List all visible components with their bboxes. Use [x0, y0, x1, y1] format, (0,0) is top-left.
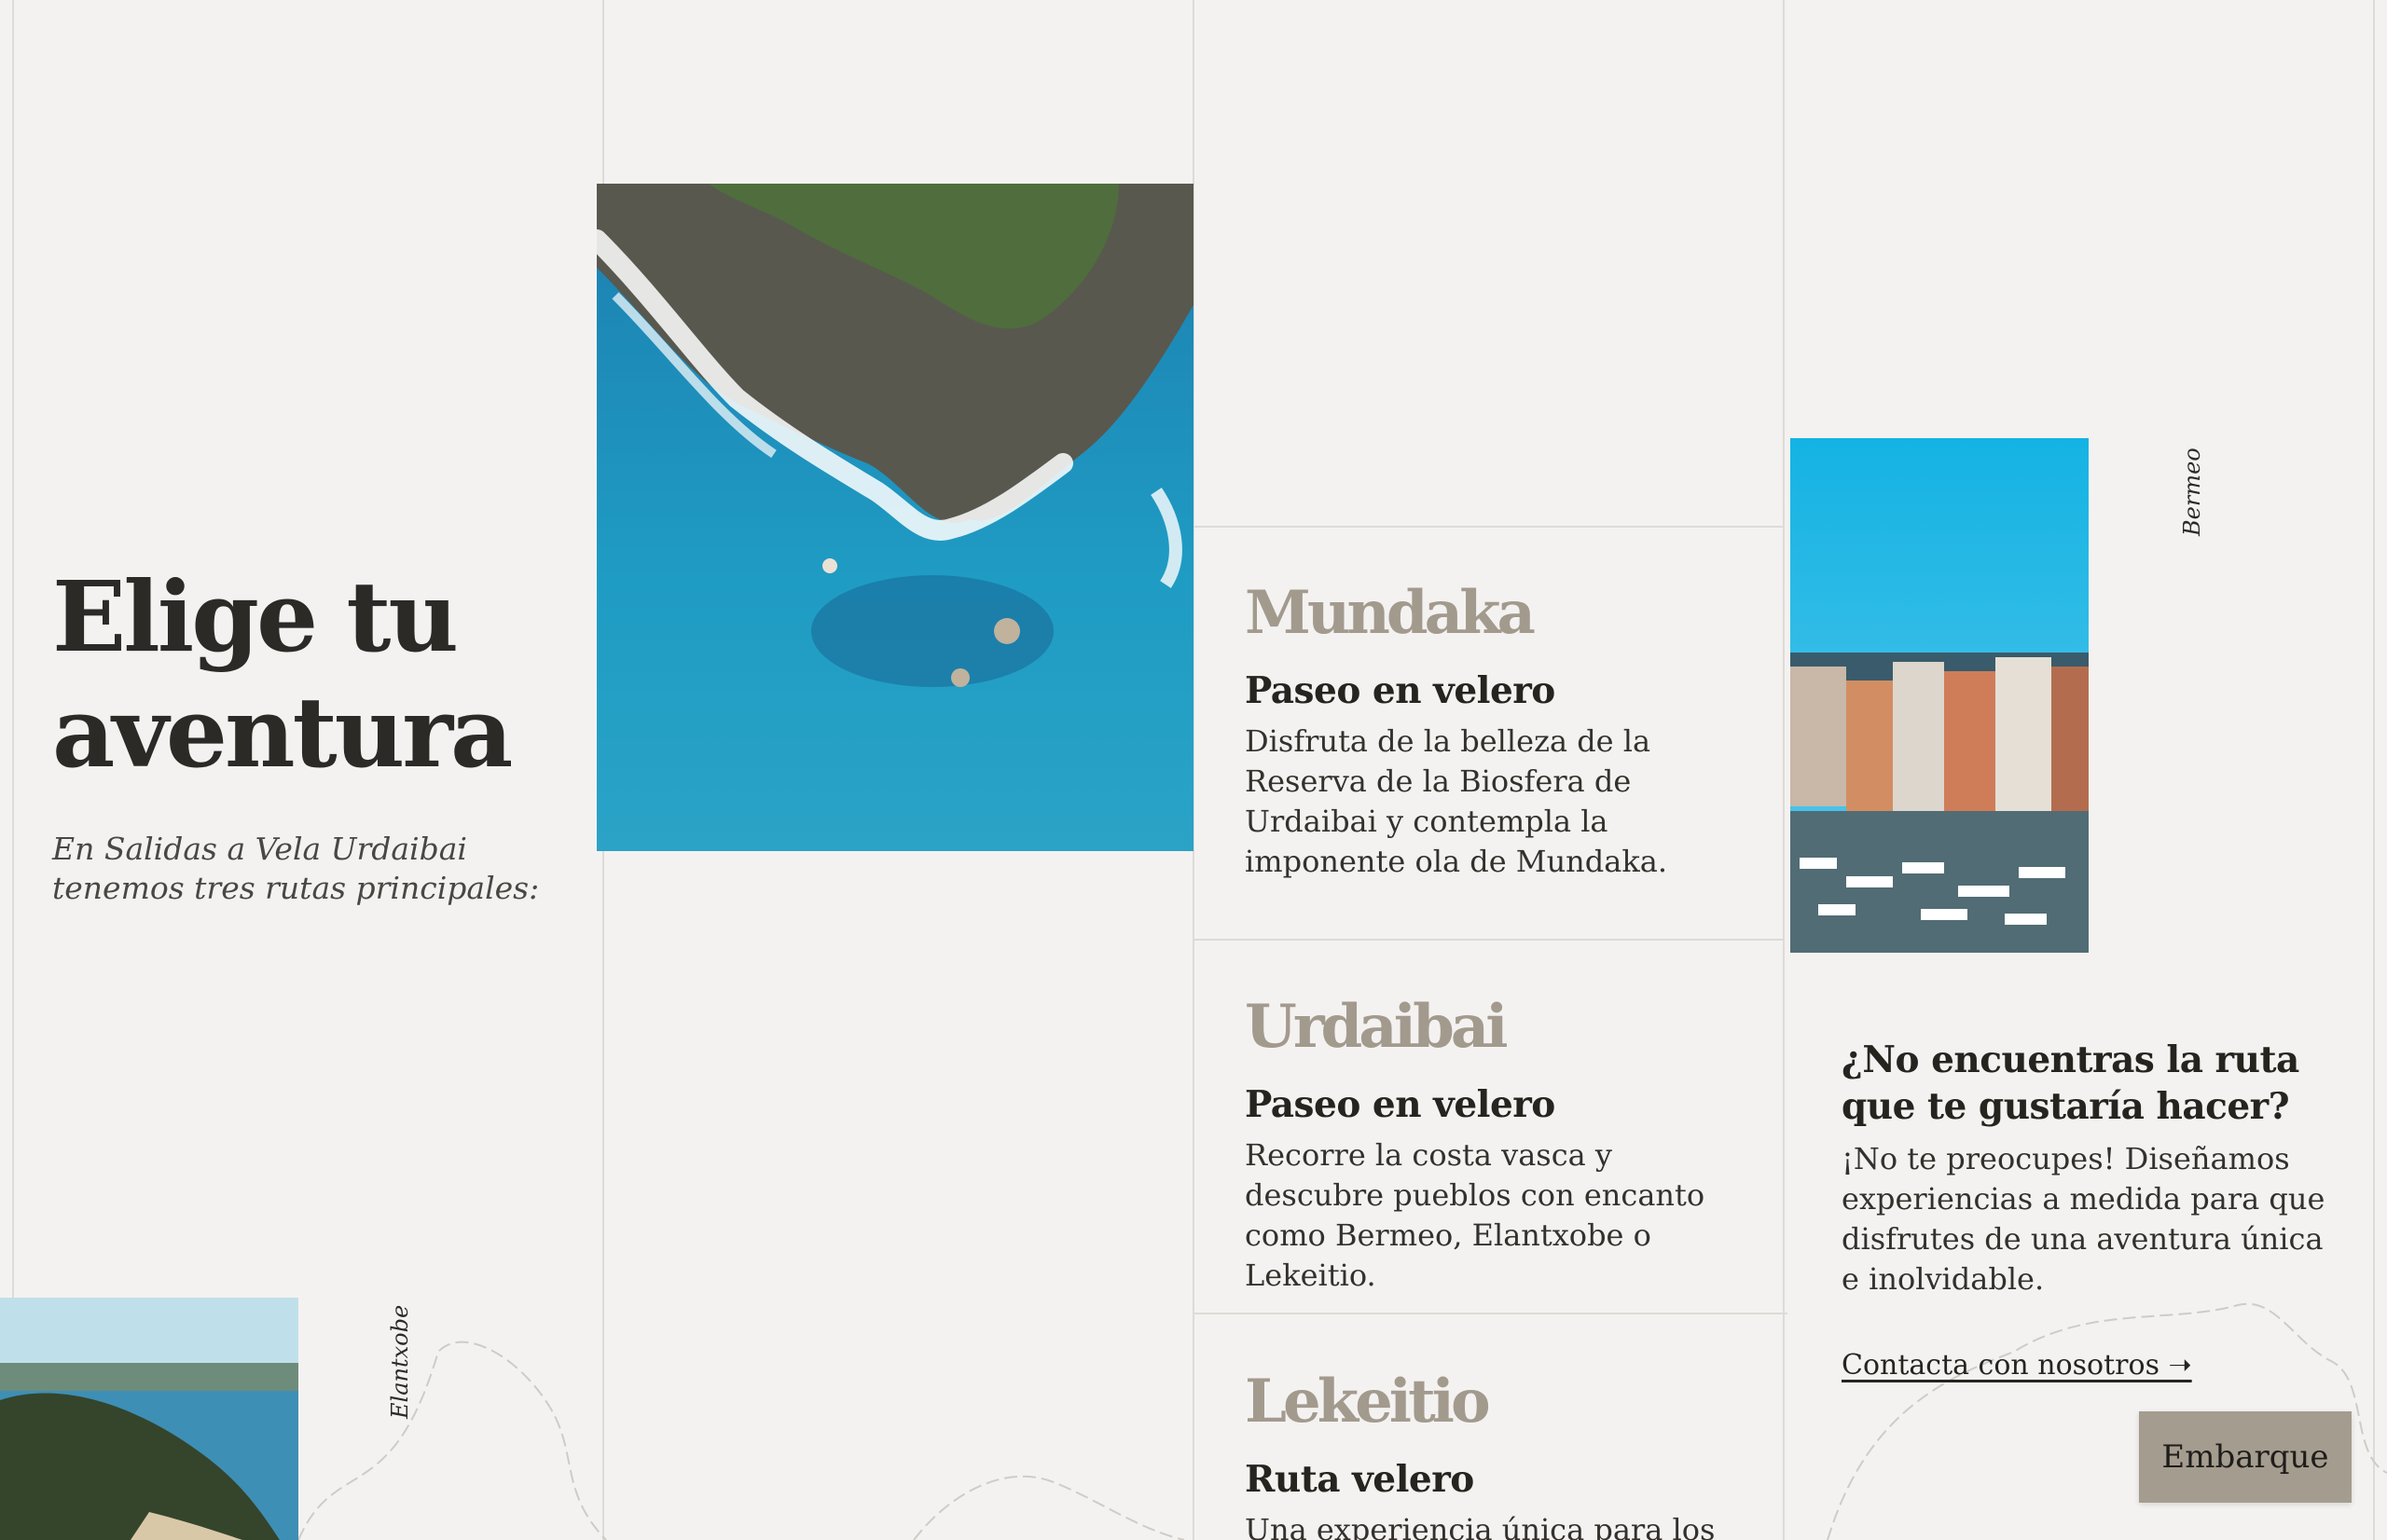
route-type: Paseo en velero	[1245, 669, 1555, 712]
bermeo-caption: Bermeo	[2179, 447, 2205, 536]
route-card-mundaka[interactable]: Mundaka Paseo en velero Disfruta de la b…	[1245, 576, 1767, 882]
route-divider	[1194, 526, 1783, 528]
hero-subtitle: En Salidas a Vela Urdaibai tenemos tres …	[52, 831, 540, 906]
custom-route-heading: ¿No encuentras la ruta que te gustaría h…	[1842, 1038, 2299, 1128]
aerial-coast-photo	[597, 184, 1194, 851]
route-card-urdaibai[interactable]: Urdaibai Paseo en velero Recorre la cost…	[1245, 990, 1767, 1296]
elantxobe-caption: Elantxobe	[387, 1304, 413, 1419]
embarque-button[interactable]: Embarque	[2139, 1411, 2352, 1503]
route-name: Lekeitio	[1245, 1367, 1491, 1437]
route-type: Ruta velero	[1245, 1458, 1474, 1501]
route-description: Disfruta de la belleza de la Reserva de …	[1245, 723, 1667, 879]
route-divider	[1194, 939, 1783, 941]
route-divider	[1194, 1313, 1787, 1314]
grid-line	[2373, 0, 2375, 1540]
custom-route-description: ¡No te preocupes! Diseñamos experiencias…	[1842, 1141, 2325, 1297]
page-title: Elige tu aventura	[52, 559, 513, 790]
grid-line	[1783, 0, 1785, 1540]
route-name: Mundaka	[1245, 578, 1536, 648]
route-name: Urdaibai	[1245, 992, 1509, 1062]
route-type: Paseo en velero	[1245, 1083, 1555, 1126]
elantxobe-landscape-photo	[0, 1298, 298, 1540]
route-card-lekeitio[interactable]: Lekeitio Ruta velero Una experiencia úni…	[1245, 1365, 1767, 1540]
route-description: Recorre la costa vasca y descubre pueblo…	[1245, 1137, 1705, 1293]
route-description: Una experiencia única para los	[1245, 1512, 1716, 1540]
contact-link[interactable]: Contacta con nosotros ➝	[1842, 1349, 2192, 1382]
bermeo-harbour-photo	[1790, 438, 2089, 953]
